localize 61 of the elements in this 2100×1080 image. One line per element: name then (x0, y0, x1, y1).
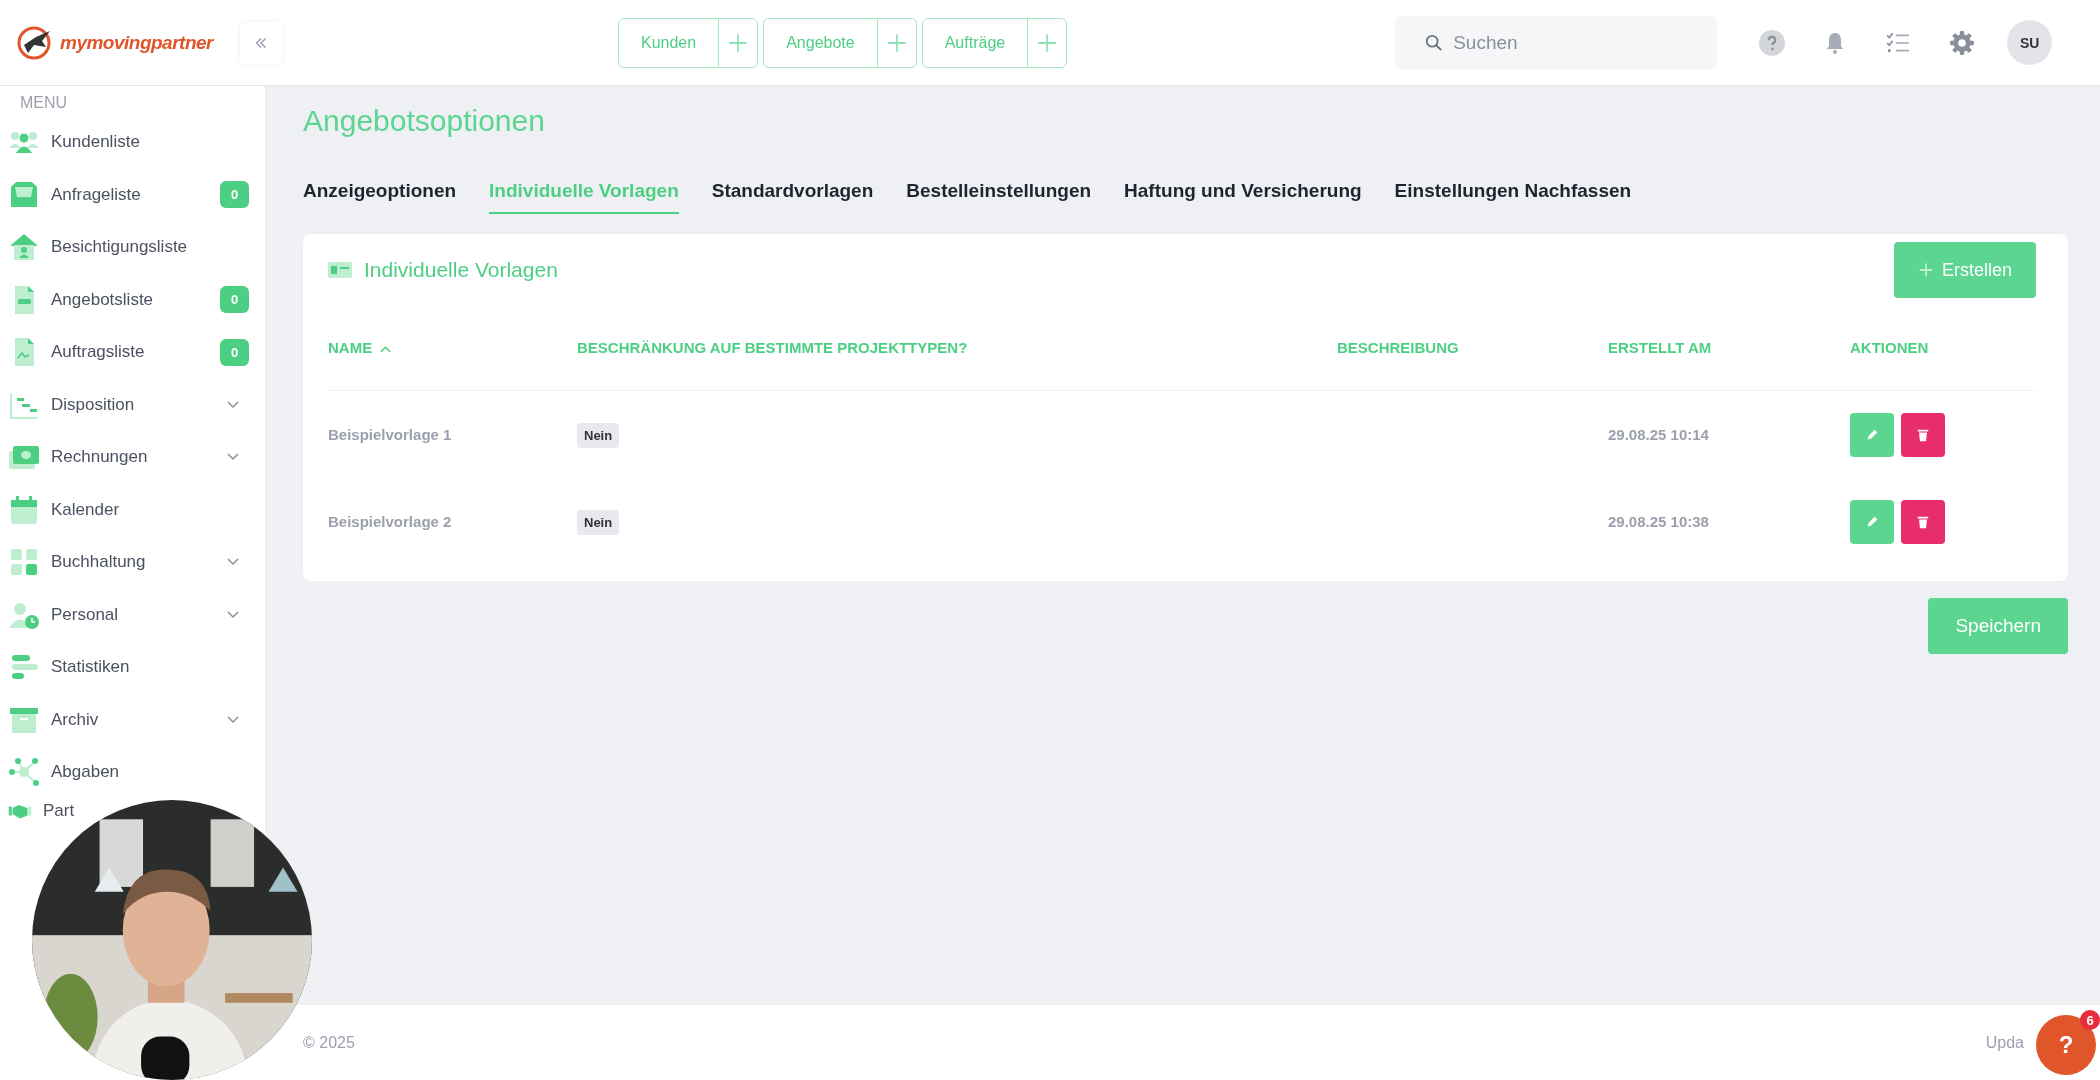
page-title: Angebotsoptionen (303, 103, 546, 138)
table-cell: Beispielvorlage 2 (328, 512, 452, 530)
trash-icon (1916, 427, 1930, 442)
plus-icon (885, 31, 908, 54)
sidebar-item[interactable]: Part (0, 798, 75, 823)
delete-button[interactable] (1901, 499, 1945, 544)
search-icon (1425, 33, 1444, 52)
sidebar-item[interactable]: Personal (0, 588, 265, 641)
banknote-icon (328, 262, 352, 278)
plus-icon (1036, 31, 1059, 54)
logo-text: mymovingpartner (60, 31, 213, 54)
sidebar-item[interactable]: Disposition (0, 378, 265, 431)
count-badge: 0 (220, 181, 249, 209)
sidebar-item[interactable]: Besichtigungsliste (0, 221, 265, 274)
card-title: Individuelle Vorlagen (364, 258, 559, 282)
search-field[interactable]: Suchen (1395, 15, 1718, 70)
help-icon[interactable] (1759, 29, 1786, 56)
count-badge: 0 (220, 286, 249, 314)
table-cell: 29.08.25 10:14 (1608, 425, 1709, 443)
calendar-icon (8, 493, 40, 526)
copyright-text: © 2025 (303, 1033, 355, 1052)
count-badge: 0 (220, 338, 249, 366)
network-icon (8, 756, 40, 789)
table-cell: 29.08.25 10:38 (1608, 512, 1709, 530)
chevron-down-icon (227, 400, 239, 409)
status-tag: Nein (577, 509, 620, 535)
menu-heading: MENU (19, 94, 69, 112)
sidebar-item[interactable]: Kalender (0, 483, 265, 536)
footer-text: Upda (1985, 1033, 2024, 1052)
tab[interactable]: Standardvorlagen (711, 180, 874, 214)
chevron-down-icon (227, 610, 239, 619)
sidebar-item[interactable]: Buchhaltung (0, 536, 265, 589)
table-cell: Beispielvorlage 1 (328, 425, 452, 443)
pencil-icon (1865, 427, 1879, 442)
sidebar-item[interactable]: Anfrageliste 0 (0, 168, 265, 221)
tab[interactable]: Haftung und Versicherung (1124, 180, 1362, 214)
settings-icon[interactable] (1949, 29, 1976, 56)
chevron-down-icon (227, 453, 239, 462)
delete-button[interactable] (1901, 412, 1945, 457)
edit-button[interactable] (1850, 499, 1894, 544)
trash-icon (1916, 514, 1930, 529)
pencil-icon (1865, 514, 1879, 529)
collapse-sidebar-button[interactable] (240, 21, 282, 64)
sort-up-icon (380, 344, 392, 353)
chevron-down-icon (227, 715, 239, 724)
tab[interactable]: Einstellungen Nachfassen (1394, 180, 1632, 214)
sidebar-item[interactable]: Archiv (0, 693, 265, 746)
status-tag: Nein (577, 422, 620, 448)
sidebar-item[interactable]: Rechnungen (0, 431, 265, 484)
edit-button[interactable] (1850, 412, 1894, 457)
tab[interactable]: Anzeigeoptionen (303, 180, 457, 214)
chevron-down-icon (227, 558, 239, 567)
sidebar-item[interactable]: Kundenliste (0, 116, 265, 169)
sidebar-item[interactable]: Abgaben (0, 746, 265, 799)
plus-icon (1917, 262, 1934, 278)
sidebar-item[interactable]: Angebotsliste 0 (0, 273, 265, 326)
sidebar-item[interactable]: Auftragsliste 0 (0, 326, 265, 379)
sidebar-item[interactable]: Statistiken (0, 641, 265, 694)
user-avatar[interactable]: SU (2007, 20, 2053, 65)
plus-icon (727, 31, 750, 54)
tab[interactable]: Bestelleinstellungen (906, 180, 1092, 214)
